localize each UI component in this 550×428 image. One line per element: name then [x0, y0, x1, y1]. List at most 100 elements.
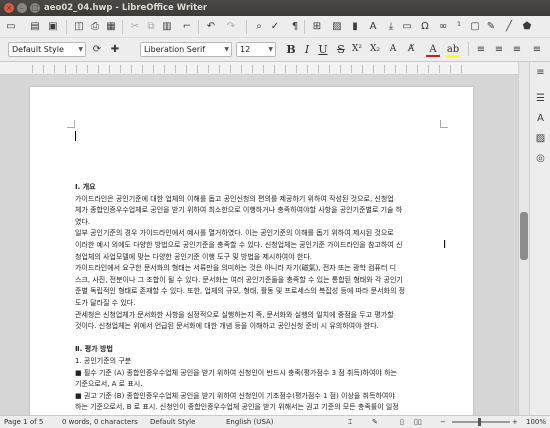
- zoom-level[interactable]: 100%: [526, 416, 546, 428]
- body-line: 였다.: [75, 217, 91, 226]
- word-count[interactable]: 0 words, 0 characters: [62, 416, 138, 428]
- spelling-icon[interactable]: ✓: [268, 20, 282, 34]
- comment-icon[interactable]: ▢: [468, 20, 482, 34]
- document-modified-icon[interactable]: ✎: [372, 416, 378, 428]
- navigator-icon[interactable]: ◎: [534, 152, 547, 165]
- shadow-icon[interactable]: A: [386, 42, 400, 57]
- formatting-marks-icon[interactable]: ¶: [288, 20, 302, 34]
- toolbar-separator: [122, 20, 123, 34]
- body-line: 하는 기준으로서, B 로 표시. 신청인이 종합인증우수업체 공인을 받기 위…: [75, 403, 399, 412]
- paste-icon[interactable]: ▥: [160, 20, 174, 34]
- align-left-icon[interactable]: ≡: [474, 42, 488, 57]
- text-box-icon[interactable]: A: [366, 20, 380, 34]
- chart-icon[interactable]: ▮: [348, 20, 362, 34]
- properties-icon[interactable]: ☰: [534, 92, 547, 105]
- font-name-dropdown[interactable]: Liberation Serif ▼: [140, 42, 232, 57]
- zoom-slider-handle[interactable]: [478, 418, 481, 426]
- body-line: ■ 권고 기준 (B) 종합인증우수업체 공인을 받기 위하여 신청인이 기초점…: [75, 391, 395, 400]
- align-right-icon[interactable]: ≡: [510, 42, 524, 57]
- paragraph-style-dropdown[interactable]: Default Style ▼: [8, 42, 86, 57]
- font-color-icon[interactable]: A: [426, 42, 440, 57]
- find-replace-icon[interactable]: ⌕: [252, 20, 266, 34]
- close-window-button[interactable]: ×: [4, 3, 14, 13]
- sidebar-menu-icon[interactable]: ≡: [534, 66, 547, 79]
- single-page-view-icon[interactable]: ▯: [400, 416, 404, 428]
- status-bar: Page 1 of 5 0 words, 0 characters Defaul…: [0, 415, 550, 428]
- document-body[interactable]: Ⅰ. 개요 가이드라인은 공인기준에 대한 업체의 이해를 돕고 공인신청의 편…: [75, 182, 450, 414]
- copy-icon[interactable]: ⧉: [144, 20, 158, 34]
- body-line: 도가 달라질 수 있다.: [75, 298, 136, 307]
- page-break-icon[interactable]: ⤓: [384, 20, 398, 34]
- font-size-dropdown[interactable]: 12 ▼: [236, 42, 276, 57]
- multi-page-view-icon[interactable]: ▯▯: [414, 416, 422, 428]
- toolbar-separator: [66, 20, 67, 34]
- table-icon[interactable]: ⊞: [310, 20, 324, 34]
- align-center-icon[interactable]: ≡: [492, 42, 506, 57]
- track-changes-icon[interactable]: ✎: [484, 20, 498, 34]
- subscript-icon[interactable]: X₂: [368, 42, 382, 57]
- hyperlink-icon[interactable]: ∞: [436, 20, 450, 34]
- save-icon[interactable]: ▣: [46, 20, 60, 34]
- styles-icon[interactable]: A: [534, 112, 547, 125]
- footnote-icon[interactable]: ¹: [452, 20, 466, 34]
- image-icon[interactable]: ▨: [330, 20, 344, 34]
- document-area[interactable]: Ⅰ. 개요 가이드라인은 공인기준에 대한 업체의 이해를 돕고 공인신청의 편…: [0, 75, 518, 415]
- undo-icon[interactable]: ↶: [204, 20, 218, 34]
- new-style-icon[interactable]: ✚: [108, 43, 122, 57]
- new-document-icon[interactable]: ▭: [4, 20, 18, 34]
- body-line: [75, 333, 450, 345]
- toolbar-separator: [198, 20, 199, 34]
- horizontal-ruler[interactable]: [0, 62, 518, 75]
- field-icon[interactable]: ▭: [400, 20, 414, 34]
- italic-icon[interactable]: I: [300, 42, 314, 57]
- i-beam-cursor-icon: I: [443, 238, 447, 251]
- line-icon[interactable]: ╱: [502, 20, 516, 34]
- update-style-icon[interactable]: ⟳: [90, 43, 104, 57]
- clone-formatting-icon[interactable]: ⌐: [180, 20, 194, 34]
- justify-icon[interactable]: ≡: [530, 42, 544, 57]
- formatting-toolbar: Default Style ▼ ⟳ ✚ Liberation Serif ▼ 1…: [0, 38, 550, 62]
- standard-toolbar: ▭ ▤ ▣ ◫ ⎙ ▦ ✂ ⧉ ▥ ⌐ ↶ ↷ ⌕ ✓ ¶ ⊞ ▨ ▮ A ⤓ …: [0, 16, 550, 38]
- zoom-out-icon[interactable]: −: [440, 416, 446, 428]
- window-controls: × – □: [4, 3, 40, 13]
- shapes-icon[interactable]: ⬟: [520, 20, 534, 34]
- superscript-icon[interactable]: X²: [350, 42, 364, 57]
- toolbar-separator: [304, 20, 305, 34]
- page-style[interactable]: Default Style: [150, 416, 195, 428]
- font-name-value: Liberation Serif: [144, 45, 206, 54]
- text-language[interactable]: English (USA): [226, 416, 273, 428]
- vertical-scrollbar[interactable]: [518, 62, 529, 415]
- body-line: 1. 공인기준의 구분: [75, 356, 132, 365]
- highlight-icon[interactable]: ab: [446, 42, 460, 57]
- ruler-ticks: [32, 65, 472, 73]
- underline-icon[interactable]: U: [316, 42, 330, 57]
- page-count[interactable]: Page 1 of 5: [4, 416, 43, 428]
- zoom-slider[interactable]: [452, 421, 510, 423]
- body-line: 청업체의 사업모델에 맞는 다양한 공인기준 이행 도구 및 방법을 제시하여야…: [75, 252, 312, 261]
- zoom-in-icon[interactable]: +: [512, 416, 518, 428]
- title-bar: × – □ aeo02_04.hwp - LibreOffice Writer: [0, 0, 550, 16]
- print-preview-icon[interactable]: ▦: [104, 20, 118, 34]
- body-line: 관세청은 신청업체가 문서화한 사항을 심정적으로 실행하는지 즉, 문서화와 …: [75, 310, 394, 319]
- section-heading: Ⅱ. 평가 방법: [75, 345, 113, 354]
- redo-icon[interactable]: ↷: [224, 20, 238, 34]
- minimize-window-button[interactable]: –: [17, 3, 27, 13]
- maximize-window-button[interactable]: □: [30, 3, 40, 13]
- export-pdf-icon[interactable]: ◫: [72, 20, 86, 34]
- open-icon[interactable]: ▤: [28, 20, 42, 34]
- clear-formatting-icon[interactable]: Ⱥ: [404, 42, 418, 57]
- selection-mode-icon[interactable]: ⌶: [348, 416, 352, 428]
- special-character-icon[interactable]: Ω: [418, 20, 432, 34]
- chevron-down-icon: ▼: [268, 46, 273, 53]
- chevron-down-icon: ▼: [78, 46, 83, 53]
- bold-icon[interactable]: B: [284, 42, 298, 57]
- strikethrough-icon[interactable]: S: [334, 42, 348, 57]
- print-icon[interactable]: ⎙: [88, 20, 102, 34]
- document-page[interactable]: Ⅰ. 개요 가이드라인은 공인기준에 대한 업체의 이해를 돕고 공인신청의 편…: [30, 87, 473, 415]
- sidebar: ≡ ☰ A ▨ ◎: [529, 62, 550, 415]
- body-line: 준별 독립적인 형태로 존재할 수 있다. 또한, 업체의 규모, 형태, 활동…: [75, 287, 406, 296]
- cut-icon[interactable]: ✂: [128, 20, 142, 34]
- scrollbar-thumb[interactable]: [520, 212, 528, 260]
- gallery-icon[interactable]: ▨: [534, 132, 547, 145]
- chevron-down-icon: ▼: [224, 46, 229, 53]
